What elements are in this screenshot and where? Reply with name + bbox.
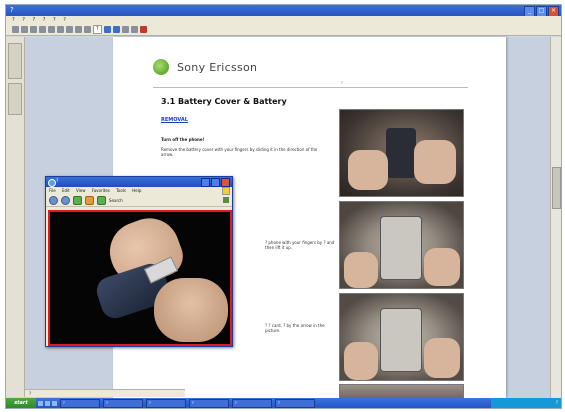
hand-image [344, 252, 378, 288]
menu-item-document[interactable]: ? [43, 17, 46, 23]
internet-explorer-icon [48, 179, 56, 187]
hand-image [414, 140, 456, 184]
back-icon[interactable] [49, 195, 58, 205]
home-icon[interactable] [85, 195, 94, 205]
browser-title: ? [56, 179, 59, 184]
search-button[interactable]: Search [109, 198, 123, 203]
step-1-text: Remove the battery cover with your finge… [161, 147, 318, 157]
stop-icon[interactable] [97, 195, 106, 205]
brand-logo: Sony Ericsson [153, 59, 257, 75]
sony-ericsson-logo-icon [153, 59, 169, 75]
taskbar-item[interactable]: ? [103, 398, 143, 408]
forward-icon[interactable] [61, 195, 70, 205]
open-icon[interactable] [12, 26, 19, 33]
toolbar: ? [6, 24, 561, 36]
vertical-scrollbar[interactable] [550, 37, 561, 398]
browser-popup-window: ? File Edit View Favorites Tools Help Se… [45, 176, 233, 347]
menu-item-edit[interactable]: ? [22, 17, 25, 23]
fit-page-icon[interactable] [103, 26, 111, 33]
phone-image [380, 216, 422, 280]
quick-launch-icon[interactable] [45, 400, 50, 406]
print-icon[interactable] [30, 26, 37, 33]
taskbar-item[interactable]: ? [275, 398, 315, 408]
navigation-panel [6, 37, 25, 397]
page-indicator: ? [29, 391, 32, 396]
adobe-icon[interactable] [139, 26, 147, 33]
pages-tab[interactable] [8, 83, 22, 115]
email-icon[interactable] [39, 26, 46, 33]
step-3-text: ? ? card. ? by the arrow in the picture. [265, 323, 325, 333]
status-bar: ? [25, 389, 185, 397]
browser-menu-edit[interactable]: Edit [62, 188, 70, 193]
browser-menu-tools[interactable]: Tools [116, 188, 126, 193]
video-player[interactable] [48, 210, 232, 346]
taskbar-item[interactable]: ? [232, 398, 272, 408]
hand-image [424, 338, 460, 378]
browser-menu-file[interactable]: File [49, 188, 56, 193]
scrollbar-thumb[interactable] [552, 167, 561, 209]
window-titlebar: ? _ □ × [6, 5, 561, 17]
save-icon[interactable] [21, 26, 28, 33]
rotate-icon[interactable] [121, 26, 129, 33]
menu-item-view[interactable]: ? [33, 17, 36, 23]
section-heading: 3.1 Battery Cover & Battery [161, 97, 287, 106]
menu-item-help[interactable]: ? [63, 17, 66, 23]
system-tray-clock[interactable]: ? [491, 398, 561, 408]
menu-item-file[interactable]: ? [12, 17, 15, 23]
bookmarks-tab[interactable] [8, 43, 22, 79]
hand-image [154, 278, 228, 342]
taskbar: start ? ? ? ? ? ? ? [6, 398, 561, 408]
removal-link[interactable]: REMOVAL [161, 117, 188, 123]
hand-image [348, 150, 388, 190]
document-reference: ? [341, 81, 343, 85]
minimize-icon[interactable] [201, 178, 210, 187]
select-tool-icon[interactable] [66, 26, 73, 33]
help-icon[interactable] [130, 26, 138, 33]
zoom-out-icon[interactable] [84, 26, 91, 33]
browser-window-controls [201, 178, 230, 187]
search-icon[interactable] [48, 26, 55, 33]
brand-name: Sony Ericsson [177, 60, 258, 74]
menu-item-window[interactable]: ? [53, 17, 56, 23]
browser-toolbar: Search [46, 194, 232, 207]
quick-launch-icon[interactable] [38, 400, 43, 406]
maximize-icon[interactable] [211, 178, 220, 187]
adobe-reader-window: ? _ □ × ? ? ? ? ? ? ? Sony Ericsson ? 3.… [5, 4, 562, 409]
step-title: Turn off the phone! [161, 137, 205, 142]
phone-image [386, 128, 416, 178]
zoom-field[interactable]: ? [93, 25, 102, 34]
taskbar-item[interactable]: ? [146, 398, 186, 408]
browser-titlebar: ? [46, 177, 232, 187]
instruction-photo-2 [339, 201, 464, 289]
start-button[interactable]: start [6, 398, 36, 408]
phone-image [380, 308, 422, 372]
step-2-text: ? phone with your fingers by ? and then … [265, 240, 335, 250]
browser-menu-favorites[interactable]: Favorites [92, 188, 110, 193]
zoom-in-icon[interactable] [75, 26, 82, 33]
windows-flag-icon [222, 187, 230, 195]
browser-menu-view[interactable]: View [76, 188, 86, 193]
browser-menu-bar: File Edit View Favorites Tools Help [46, 187, 232, 195]
refresh-icon[interactable] [73, 195, 82, 205]
hand-tool-icon[interactable] [57, 26, 64, 33]
close-icon[interactable] [221, 178, 230, 187]
header-divider [153, 87, 468, 88]
go-icon[interactable] [223, 197, 229, 203]
fit-width-icon[interactable] [112, 26, 120, 33]
taskbar-item[interactable]: ? [189, 398, 229, 408]
taskbar-item[interactable]: ? [60, 398, 100, 408]
menu-bar: ? ? ? ? ? ? [6, 16, 561, 24]
window-title: ? [10, 6, 14, 14]
hand-image [424, 248, 460, 286]
hand-image [344, 342, 378, 380]
instruction-photo-1 [339, 109, 464, 197]
instruction-photo-3 [339, 293, 464, 381]
quick-launch-icon[interactable] [52, 400, 57, 406]
browser-menu-help[interactable]: Help [132, 188, 141, 193]
